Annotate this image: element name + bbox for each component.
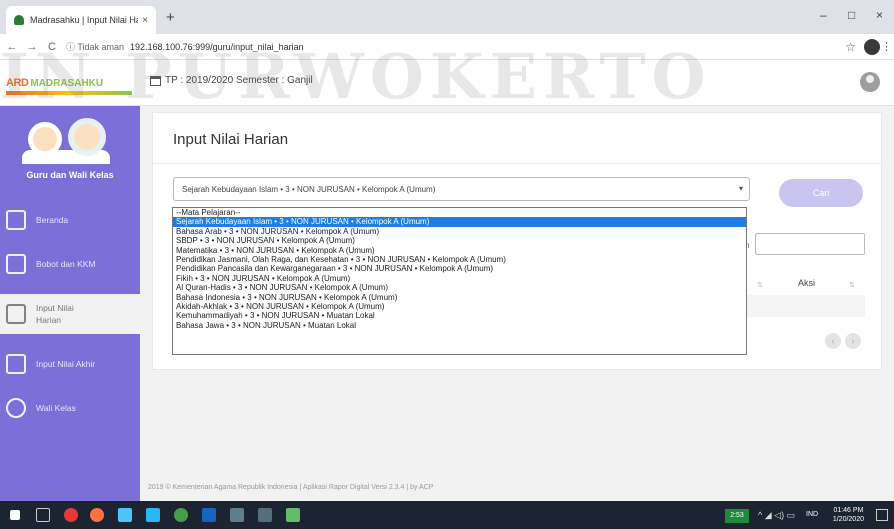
address-bar: ← → C ⓘ Tidak aman 192.168.100.76:999/gu… [0, 34, 894, 60]
os-taskbar: 2:53 ^ ◢ ◁) ▭ IND 01:46 PM 1/20/2020 [0, 501, 894, 529]
sidebar-item-wali-kelas[interactable]: Wali Kelas [0, 388, 140, 428]
logo-ard-text: ARD [6, 77, 29, 89]
user-icon [6, 398, 26, 418]
maximize-button[interactable]: □ [848, 8, 855, 22]
option-item[interactable]: --Mata Pelajaran-- [173, 208, 746, 217]
new-tab-button[interactable]: + [166, 9, 175, 26]
option-item[interactable]: Kemuhammadiyah • 3 • NON JURUSAN • Muata… [173, 311, 746, 320]
word-icon[interactable] [202, 508, 216, 522]
notification-icon[interactable] [876, 509, 888, 521]
reload-button[interactable]: C [44, 41, 60, 53]
page-title: Input Nilai Harian [173, 131, 289, 148]
option-item[interactable]: Pendidikan Jasmani, Olah Raga, dan Keseh… [173, 255, 746, 264]
security-indicator[interactable]: ⓘ Tidak aman [66, 40, 124, 53]
app-logo[interactable]: ARD MADRASAHKU [6, 76, 132, 90]
clock-date: 1/20/2020 [832, 516, 864, 523]
sidebar-item-label: Bobot dan KKM [36, 259, 96, 269]
user-account-icon[interactable] [860, 72, 880, 92]
browser-tab[interactable]: Madrasahku | Input Nilai Harian × [6, 6, 156, 34]
logo-madrasahku-text: MADRASAHKU [30, 77, 104, 89]
url-text[interactable]: 192.168.100.76:999/guru/input_nilai_hari… [130, 42, 304, 52]
system-tray-icons[interactable]: ^ ◢ ◁) ▭ [758, 510, 795, 521]
option-item[interactable]: Akidah-Akhlak • 3 • NON JURUSAN • Kelomp… [173, 302, 746, 311]
taskbar-badge[interactable]: 2:53 [725, 509, 749, 523]
layers-icon [6, 254, 26, 274]
close-window-button[interactable]: × [876, 8, 883, 22]
search-input[interactable] [755, 233, 865, 255]
sidebar-item-input-nilai-akhir[interactable]: Input Nilai Akhir [0, 344, 140, 384]
option-item[interactable]: SBDP • 3 • NON JURUSAN • Kelompok A (Umu… [173, 236, 746, 245]
chevron-down-icon[interactable]: ▾ [739, 184, 743, 193]
language-indicator[interactable]: IND [806, 511, 818, 518]
aksi-column-header: Aksi [798, 278, 816, 288]
opera-icon[interactable] [64, 508, 78, 522]
cari-button[interactable]: Cari [779, 179, 863, 207]
chrome-icon[interactable] [174, 508, 188, 522]
sidebar-item-label: Wali Kelas [36, 403, 76, 413]
option-item[interactable]: Bahasa Indonesia • 3 • NON JURUSAN • Kel… [173, 293, 746, 302]
page-footer: 2019 © Kementerian Agama Republik Indone… [148, 484, 434, 491]
favicon-icon [14, 15, 24, 25]
store-icon[interactable] [146, 508, 160, 522]
option-item-selected[interactable]: Sejarah Kebudayaan Islam • 3 • NON JURUS… [173, 217, 746, 227]
avatar-girl [68, 118, 106, 156]
close-tab-icon[interactable]: × [142, 15, 148, 26]
academic-period-text: TP : 2019/2020 Semester : Ganjil [165, 75, 313, 86]
avatar-boy [28, 122, 62, 156]
subject-select[interactable]: Sejarah Kebudayaan Islam • 3 • NON JURUS… [173, 177, 750, 201]
calendar-icon [150, 75, 161, 86]
browser-tabbar: Madrasahku | Input Nilai Harian × + – □ … [0, 0, 894, 34]
sidebar-item-label: Beranda [36, 215, 69, 225]
sidebar-item-label: Input Nilai Harian [36, 303, 74, 325]
logo-stripe [6, 91, 132, 95]
home-icon [6, 210, 26, 230]
profile-avatar[interactable] [864, 39, 880, 55]
option-item[interactable]: Bahasa Arab • 3 • NON JURUSAN • Kelompok… [173, 227, 746, 236]
option-item[interactable]: Pendidikan Pancasila dan Kewarganegaraan… [173, 264, 746, 273]
option-item[interactable]: Al Quran-Hadis • 3 • NON JURUSAN • Kelom… [173, 283, 746, 292]
app-icon[interactable] [230, 508, 244, 522]
firefox-icon[interactable] [90, 508, 104, 522]
subject-options-list[interactable]: --Mata Pelajaran-- Sejarah Kebudayaan Is… [172, 207, 747, 355]
app-header: ARD MADRASAHKU TP : 2019/2020 Semester :… [0, 60, 894, 106]
subject-select-value: Sejarah Kebudayaan Islam • 3 • NON JURUS… [182, 185, 436, 194]
academic-period: TP : 2019/2020 Semester : Ganjil [150, 75, 313, 86]
back-button[interactable]: ← [4, 41, 20, 53]
start-icon[interactable] [10, 510, 20, 520]
sidebar-item-input-nilai-harian[interactable]: Input Nilai Harian [0, 294, 140, 334]
browser-menu-icon[interactable]: ⋮ [881, 40, 892, 53]
sidebar-item-bobot-kkm[interactable]: Bobot dan KKM [0, 244, 140, 284]
option-item[interactable]: Matematika • 3 • NON JURUSAN • Kelompok … [173, 246, 746, 255]
tab-title: Madrasahku | Input Nilai Harian [30, 15, 138, 25]
option-item[interactable]: Bahasa Jawa • 3 • NON JURUSAN • Muatan L… [173, 321, 746, 330]
pagination-next-button[interactable]: › [845, 333, 861, 349]
file-explorer-icon[interactable] [118, 508, 132, 522]
forward-button[interactable]: → [24, 41, 40, 53]
document-icon [6, 354, 26, 374]
app-icon[interactable] [258, 508, 272, 522]
sort-icon[interactable]: ⇅ [849, 281, 855, 289]
app-icon[interactable] [286, 508, 300, 522]
pagination-prev-button[interactable]: ‹ [825, 333, 841, 349]
option-item[interactable]: Fikih • 3 • NON JURUSAN • Kelompok A (Um… [173, 274, 746, 283]
card-divider [153, 163, 881, 164]
bookmark-star-icon[interactable]: ☆ [845, 40, 856, 54]
sidebar-item-beranda[interactable]: Beranda [0, 200, 140, 240]
sidebar: Guru dan Wali Kelas Beranda Bobot dan KK… [0, 106, 140, 501]
teacher-avatar [22, 114, 112, 164]
url-field[interactable]: ⓘ Tidak aman 192.168.100.76:999/guru/inp… [66, 40, 304, 53]
clock-time: 01:46 PM [833, 507, 864, 514]
minimize-button[interactable]: – [820, 8, 827, 22]
document-icon [6, 304, 26, 324]
taskbar-clock[interactable]: 01:46 PM 1/20/2020 [833, 506, 864, 524]
sort-icon[interactable]: ⇅ [757, 281, 763, 289]
task-view-icon[interactable] [36, 508, 50, 522]
user-role: Guru dan Wali Kelas [26, 170, 114, 180]
sidebar-item-label: Input Nilai Akhir [36, 359, 96, 369]
